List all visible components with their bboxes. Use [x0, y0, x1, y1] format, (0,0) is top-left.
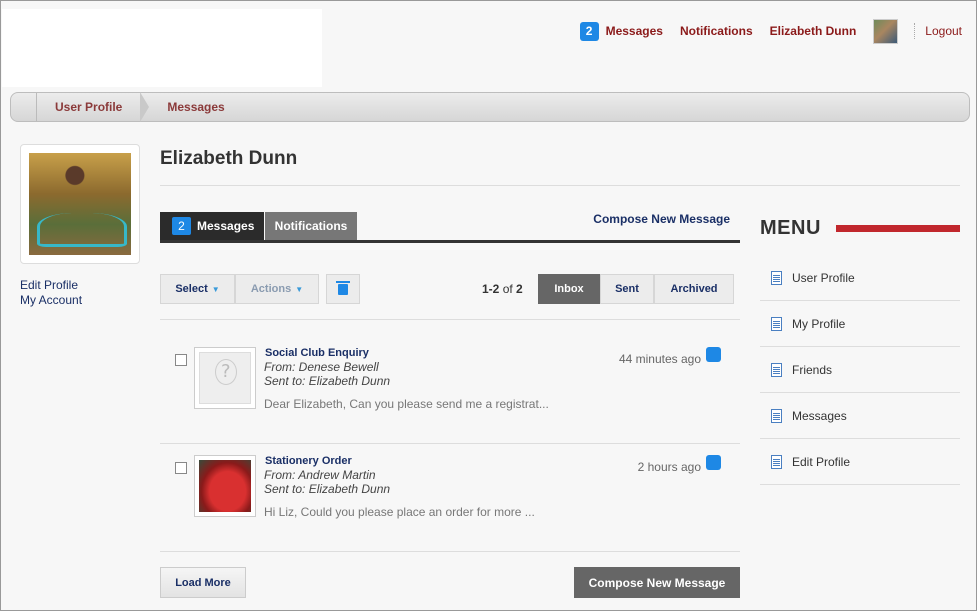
select-dropdown-button[interactable]: Select ▼: [160, 274, 235, 304]
list-divider: [160, 443, 740, 444]
message-tabs: 2 Messages Notifications Compose New Mes…: [160, 212, 740, 243]
actions-dropdown-button[interactable]: Actions ▼: [235, 274, 319, 304]
unread-flag-icon[interactable]: [706, 455, 721, 470]
count-range: 1-2: [482, 282, 500, 296]
title-divider: [160, 185, 960, 186]
message-time: 2 hours ago: [637, 460, 701, 474]
document-icon: [771, 362, 782, 377]
chevron-down-icon: ▼: [211, 284, 220, 294]
message-preview: Dear Elizabeth, Can you please send me a…: [264, 397, 549, 411]
menu-item-label: My Profile: [792, 316, 846, 331]
delete-button[interactable]: [326, 274, 360, 304]
actions-label: Actions: [250, 283, 292, 295]
message-from: From: Andrew Martin: [264, 468, 376, 482]
menu-item-my-profile[interactable]: My Profile: [760, 301, 960, 347]
menu-item-label: Messages: [792, 408, 847, 423]
menu-accent-bar: [836, 225, 960, 232]
tab-notifications[interactable]: Notifications: [265, 212, 357, 240]
list-divider: [160, 551, 740, 552]
message-toolbar: Select ▼ Actions ▼ 1-2 of 2 Inbox Sent Arc…: [160, 274, 740, 304]
logout-link[interactable]: Logout: [925, 24, 962, 38]
load-more-button[interactable]: Load More: [160, 567, 246, 598]
message-count: 1-2 of 2: [482, 282, 523, 296]
breadcrumb-home[interactable]: [11, 93, 37, 121]
message-from: From: Denese Bewell: [264, 360, 379, 374]
select-label: Select: [175, 283, 208, 295]
menu-item-label: User Profile: [792, 270, 855, 285]
menu-item-label: Friends: [792, 362, 833, 377]
message-preview: Hi Liz, Could you please place an order …: [264, 505, 535, 519]
compose-new-message-button[interactable]: Compose New Message: [574, 567, 740, 598]
count-of: of: [502, 282, 513, 296]
trash-icon: [336, 280, 350, 295]
sender-photo: [199, 460, 251, 512]
tab-messages-badge: 2: [172, 217, 191, 235]
message-time: 44 minutes ago: [618, 352, 701, 366]
menu-item-label: Edit Profile: [792, 454, 851, 469]
page-title: Elizabeth Dunn: [160, 148, 298, 169]
message-subject[interactable]: Social Club Enquiry: [265, 347, 369, 359]
notifications-link[interactable]: Notifications: [680, 24, 753, 38]
menu-item-friends[interactable]: Friends: [760, 347, 960, 393]
breadcrumb-separator-icon: [140, 92, 150, 122]
document-icon: [771, 316, 782, 331]
sent-button[interactable]: Sent: [600, 274, 654, 304]
count-total: 2: [516, 282, 523, 296]
messages-count-badge[interactable]: 2: [579, 21, 599, 41]
nav-divider: [914, 23, 916, 39]
placeholder-avatar-icon: [199, 352, 251, 404]
menu-item-user-profile[interactable]: User Profile: [760, 255, 960, 301]
unread-flag-icon[interactable]: [706, 347, 721, 362]
list-divider: [160, 319, 740, 320]
menu-title: MENU: [760, 217, 821, 239]
side-menu: User Profile My Profile Friends Messages…: [760, 255, 960, 485]
inbox-button[interactable]: Inbox: [538, 274, 600, 304]
tab-messages-label: Messages: [197, 219, 255, 233]
breadcrumb: User Profile Messages: [10, 92, 970, 122]
tab-notifications-label: Notifications: [274, 219, 348, 233]
messages-link[interactable]: Messages: [606, 24, 663, 38]
document-icon: [771, 408, 782, 423]
message-to: Sent to: Elizabeth Dunn: [264, 374, 391, 388]
document-icon: [771, 270, 782, 285]
sender-avatar: [194, 347, 256, 409]
list-item[interactable]: Stationery Order From: Andrew Martin Sen…: [160, 455, 740, 565]
list-item[interactable]: Social Club Enquiry From: Denese Bewell …: [160, 347, 740, 457]
user-avatar[interactable]: [873, 18, 899, 44]
profile-photo[interactable]: [20, 144, 140, 264]
menu-item-edit-profile[interactable]: Edit Profile: [760, 439, 960, 485]
breadcrumb-messages[interactable]: Messages: [149, 93, 242, 121]
profile-image: [29, 153, 131, 255]
breadcrumb-user-profile[interactable]: User Profile: [37, 93, 140, 121]
message-subject[interactable]: Stationery Order: [265, 455, 352, 467]
menu-item-messages[interactable]: Messages: [760, 393, 960, 439]
sidebar-links: Edit Profile My Account: [20, 278, 82, 308]
edit-profile-link[interactable]: Edit Profile: [20, 278, 82, 293]
my-account-link[interactable]: My Account: [20, 293, 82, 308]
tab-messages[interactable]: 2 Messages: [160, 212, 264, 240]
message-checkbox[interactable]: [175, 354, 187, 366]
compose-new-message-link[interactable]: Compose New Message: [593, 212, 730, 226]
archived-button[interactable]: Archived: [654, 274, 734, 304]
sender-avatar: [194, 455, 256, 517]
message-to: Sent to: Elizabeth Dunn: [264, 482, 391, 496]
document-icon: [771, 454, 782, 469]
bike-graphic: [37, 213, 127, 247]
site-logo-area: [2, 9, 322, 87]
top-navigation: 2 Messages Notifications Elizabeth Dunn …: [579, 18, 962, 44]
chevron-down-icon: ▼: [295, 284, 304, 294]
user-name-link[interactable]: Elizabeth Dunn: [770, 24, 857, 38]
message-checkbox[interactable]: [175, 462, 187, 474]
